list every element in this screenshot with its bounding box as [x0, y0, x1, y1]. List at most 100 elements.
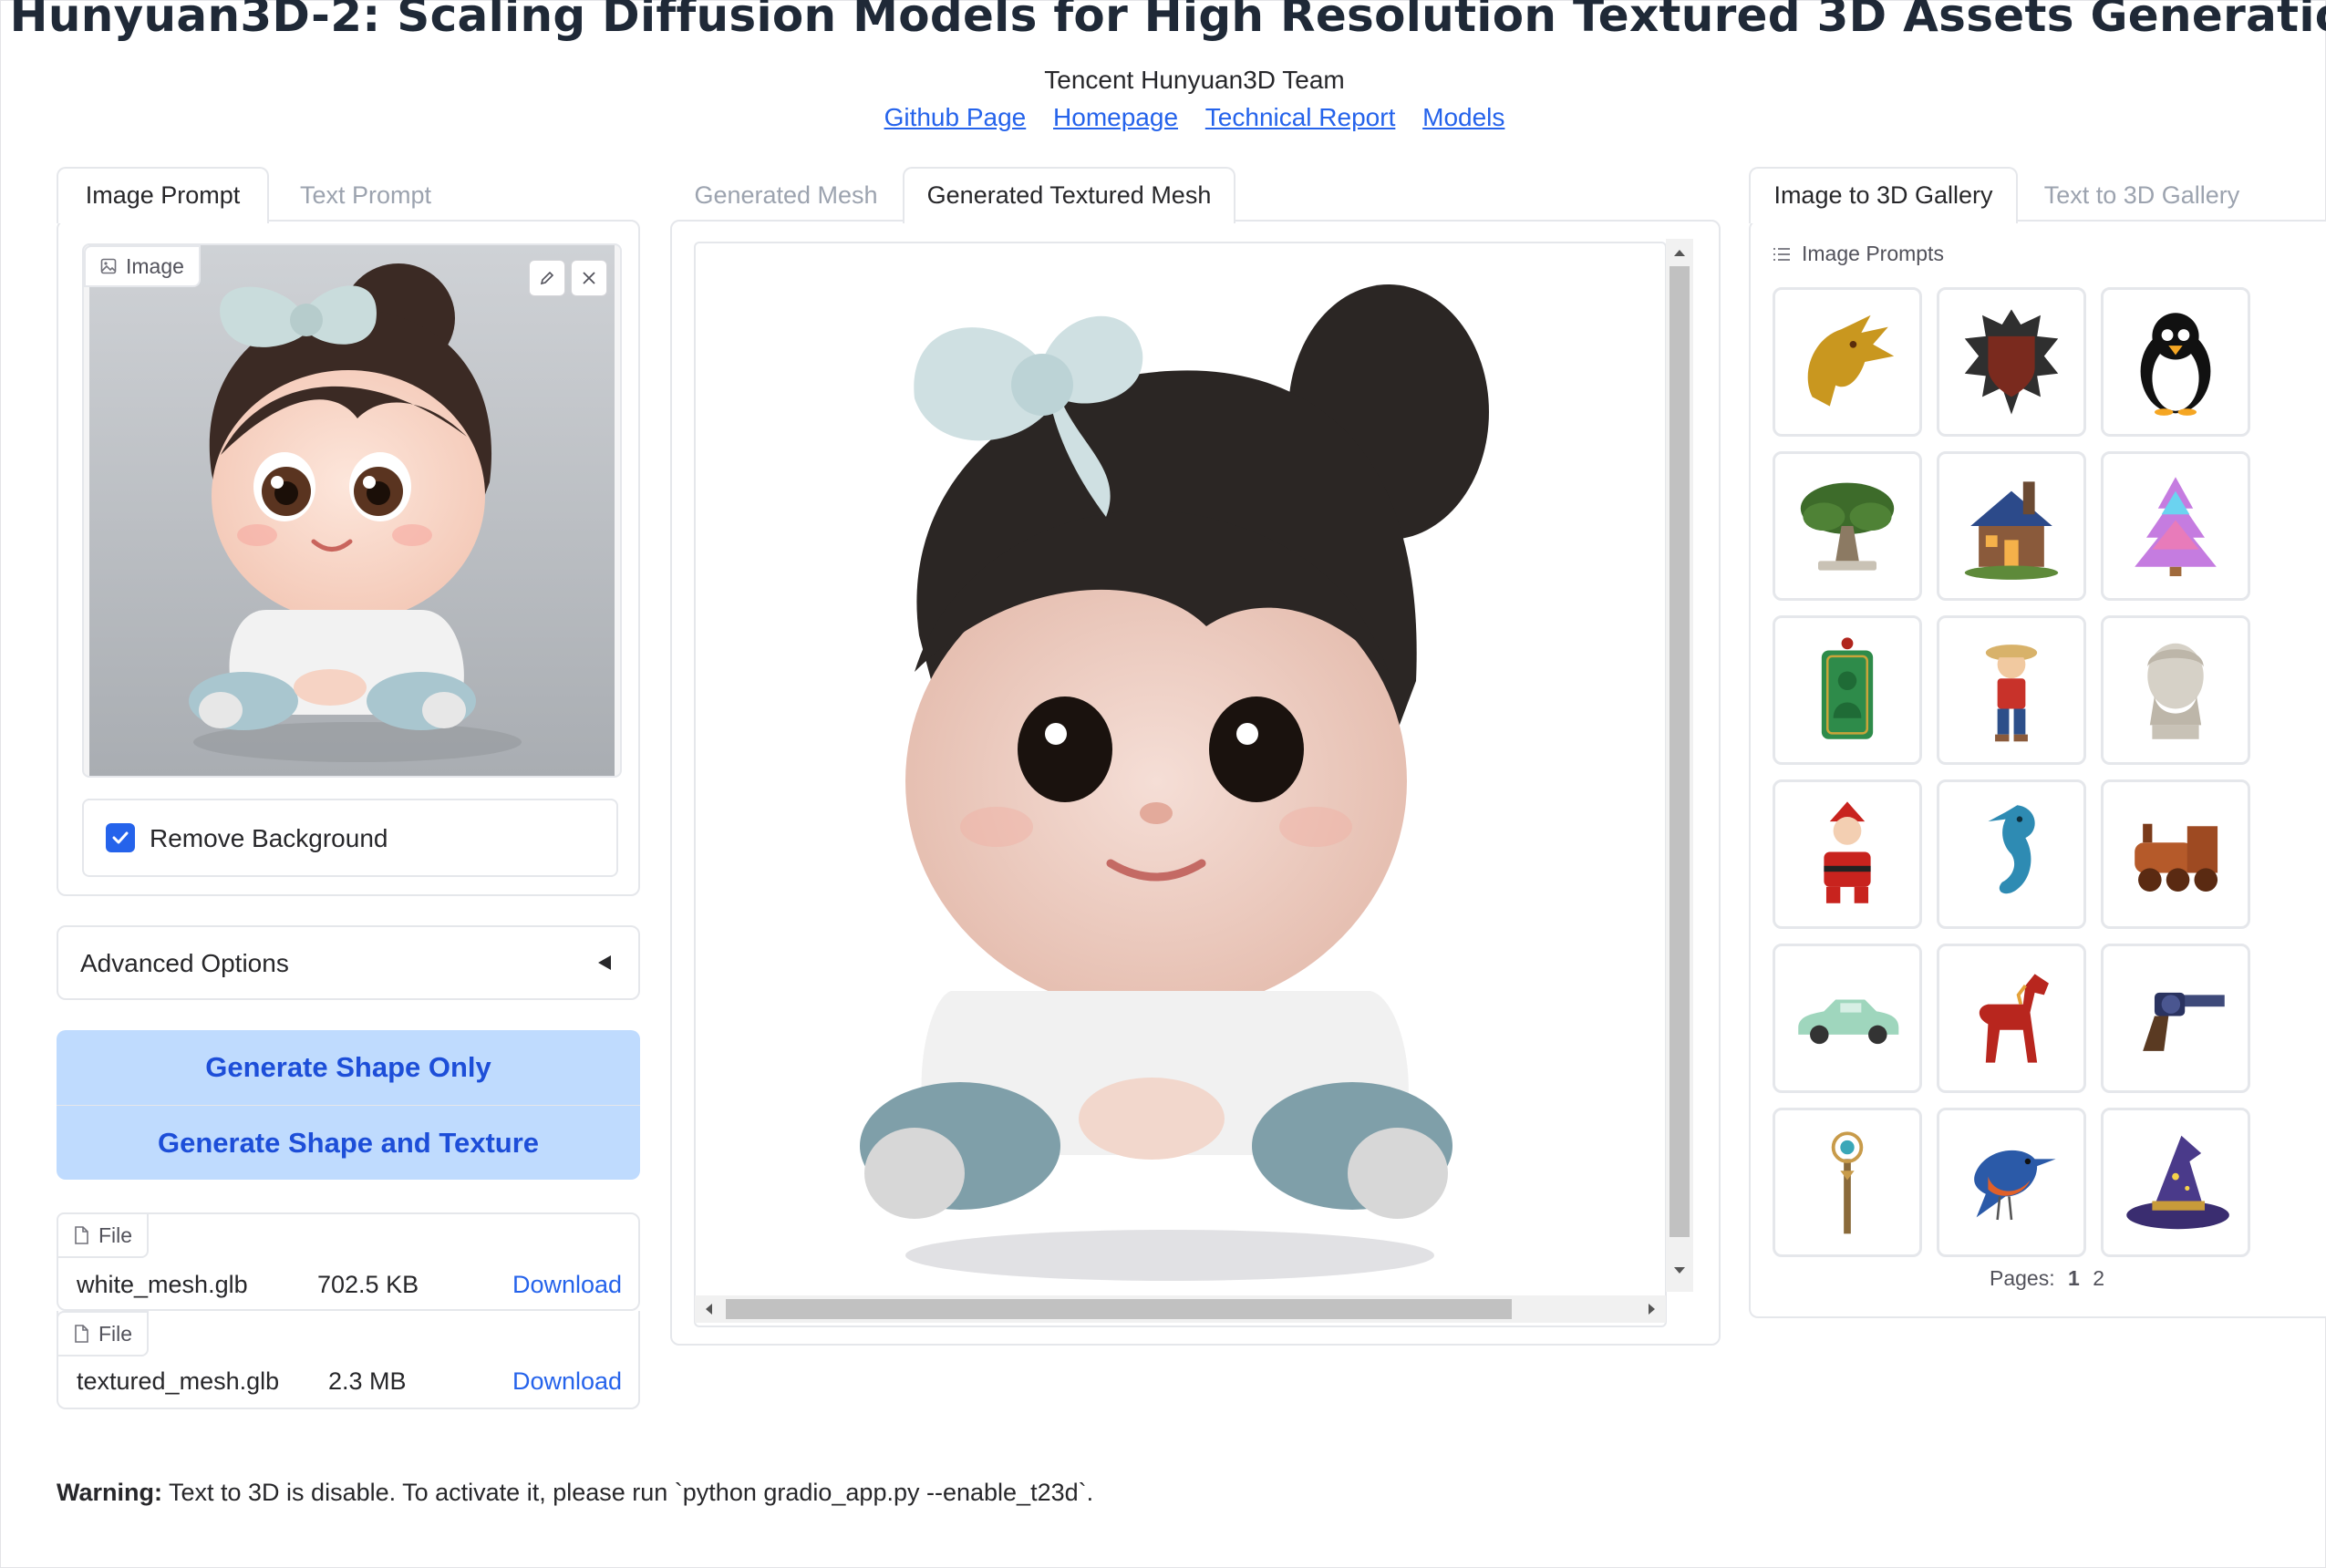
- list-icon: [1773, 247, 1790, 261]
- remove-background-checkbox[interactable]: [106, 823, 135, 852]
- page-subtitle: Tencent Hunyuan3D Team: [1044, 66, 1345, 94]
- tab-generated-mesh[interactable]: Generated Mesh: [670, 169, 902, 210]
- bird-icon: [1974, 1150, 2056, 1221]
- christmas-tree-icon: [2135, 477, 2217, 577]
- gallery-item-vintage-car[interactable]: [1773, 944, 1922, 1093]
- image-upload[interactable]: Image: [82, 243, 622, 778]
- scroll-down-icon: [1674, 1267, 1685, 1274]
- viewer-scrollbar-vertical[interactable]: [1666, 239, 1693, 1292]
- scroll-right-icon: [1649, 1304, 1655, 1315]
- gallery-item-crystal-christmas-tree[interactable]: [2101, 451, 2250, 601]
- clear-image-button[interactable]: [571, 260, 607, 296]
- horse-icon: [1979, 974, 2049, 1063]
- file-icon: [75, 1226, 88, 1244]
- viewer-scrollbar-horizontal[interactable]: [695, 1295, 1666, 1323]
- scroll-left-icon: [706, 1304, 712, 1315]
- seahorse-icon: [1988, 805, 2035, 894]
- file-output-1: File white_mesh.glb 702.5 KB Download: [57, 1212, 640, 1311]
- locomotive-icon: [2135, 823, 2218, 892]
- advanced-options[interactable]: Advanced Options: [57, 925, 640, 1000]
- gallery-item-bonsai-tree[interactable]: [1773, 451, 1922, 601]
- scroll-thumb-vertical[interactable]: [1670, 266, 1690, 1237]
- staff-icon: [1831, 1131, 1864, 1234]
- page-1[interactable]: 1: [2068, 1266, 2080, 1290]
- warning-text: Text to 3D is disable. To activate it, p…: [161, 1479, 1094, 1506]
- file-label-text: File: [98, 1222, 133, 1247]
- generate-shape-texture-button[interactable]: Generate Shape and Texture: [57, 1105, 640, 1180]
- gallery-item-red-horse[interactable]: [1937, 944, 2086, 1093]
- warning-message: Warning: Text to 3D is disable. To activ…: [57, 1479, 1093, 1507]
- gallery-item-dragon-head[interactable]: [1773, 287, 1922, 437]
- link-models[interactable]: Models: [1422, 103, 1504, 131]
- revolver-icon: [2143, 992, 2225, 1051]
- gallery-label: Image Prompts: [1802, 242, 1944, 265]
- penguin-icon: [2140, 313, 2211, 416]
- gallery-item-jade-buddha-pendant[interactable]: [1773, 615, 1922, 765]
- link-technical-report[interactable]: Technical Report: [1205, 103, 1396, 131]
- scroll-up-icon: [1674, 250, 1685, 256]
- pagination-label: Pages:: [1990, 1266, 2055, 1290]
- file-label: File: [57, 1212, 150, 1258]
- file-icon: [75, 1325, 88, 1343]
- close-icon: [583, 272, 595, 284]
- cottage-icon: [1964, 481, 2059, 580]
- link-homepage[interactable]: Homepage: [1053, 103, 1178, 131]
- gallery-item-stone-bust[interactable]: [2101, 615, 2250, 765]
- mesh-viewer[interactable]: [694, 242, 1667, 1327]
- textured-mesh-render: [860, 284, 1489, 1281]
- gallery-item-wizard-hat[interactable]: [2101, 1108, 2250, 1257]
- link-github-page[interactable]: Github Page: [884, 103, 1027, 131]
- gallery-item-cottage[interactable]: [1937, 451, 2086, 601]
- pagination: Pages: 1 2: [1751, 1266, 2326, 1291]
- vintage-car-icon: [1798, 999, 1899, 1045]
- image-icon: [100, 258, 117, 274]
- santa-claus-icon: [1824, 801, 1871, 903]
- advanced-options-label: Advanced Options: [80, 949, 289, 977]
- collapse-arrow-icon: [598, 955, 611, 970]
- wizard-hat-icon: [2126, 1135, 2229, 1230]
- tab-image-prompt[interactable]: Image Prompt: [57, 167, 269, 223]
- gallery-item-steam-locomotive[interactable]: [2101, 779, 2250, 929]
- file-output-2: File textured_mesh.glb 2.3 MB Download: [57, 1311, 640, 1409]
- gallery-item-seahorse[interactable]: [1937, 779, 2086, 929]
- gallery-item-ornate-staff[interactable]: [1773, 1108, 1922, 1257]
- gallery-item-santa-claus[interactable]: [1773, 779, 1922, 929]
- gallery-item-penguin[interactable]: [2101, 287, 2250, 437]
- file-label: File: [57, 1311, 150, 1357]
- tab-image-to-3d-gallery[interactable]: Image to 3D Gallery: [1749, 167, 2018, 223]
- gallery-item-spiked-shield[interactable]: [1937, 287, 2086, 437]
- gallery-item-pirate-figure[interactable]: [1937, 615, 2086, 765]
- file-name: textured_mesh.glb: [77, 1367, 280, 1395]
- page-title: Hunyuan3D-2: Scaling Diffusion Models fo…: [9, 0, 2326, 42]
- remove-background-option[interactable]: Remove Background: [82, 799, 618, 877]
- edit-image-button[interactable]: [529, 260, 565, 296]
- file-name: white_mesh.glb: [77, 1271, 248, 1298]
- file-size: 702.5 KB: [317, 1271, 419, 1298]
- check-icon: [112, 831, 129, 844]
- scroll-thumb-horizontal[interactable]: [726, 1299, 1512, 1319]
- download-link[interactable]: Download: [512, 1271, 622, 1299]
- image-label-text: Image: [126, 253, 184, 278]
- stone-bust-icon: [2147, 643, 2204, 739]
- gallery-panel: Image Prompts Pages: 1 2: [1749, 220, 2326, 1318]
- tab-generated-textured-mesh[interactable]: Generated Textured Mesh: [903, 167, 1235, 223]
- pirate-figure-icon: [1985, 645, 2038, 742]
- download-link[interactable]: Download: [512, 1367, 622, 1396]
- bonsai-tree-icon: [1800, 482, 1895, 571]
- spiked-shield-icon: [1964, 309, 2059, 415]
- gallery-item-revolver[interactable]: [2101, 944, 2250, 1093]
- dragon-head-icon: [1807, 315, 1895, 407]
- image-prompt-panel: Image Remove Background: [57, 220, 640, 896]
- pencil-icon: [540, 271, 554, 285]
- image-label: Image: [84, 245, 201, 287]
- file-size: 2.3 MB: [328, 1367, 407, 1395]
- tab-text-prompt[interactable]: Text Prompt: [270, 169, 461, 210]
- gallery-item-bird[interactable]: [1937, 1108, 2086, 1257]
- generate-shape-button[interactable]: Generate Shape Only: [57, 1030, 640, 1105]
- gallery-header: Image Prompts: [1773, 242, 1944, 266]
- jade-pendant-icon: [1821, 637, 1874, 739]
- mesh-viewer-panel: [670, 220, 1721, 1346]
- header-links: Github Page Homepage Technical Report Mo…: [0, 103, 2326, 132]
- page-2[interactable]: 2: [2093, 1266, 2104, 1290]
- tab-text-to-3d-gallery[interactable]: Text to 3D Gallery: [2019, 169, 2265, 210]
